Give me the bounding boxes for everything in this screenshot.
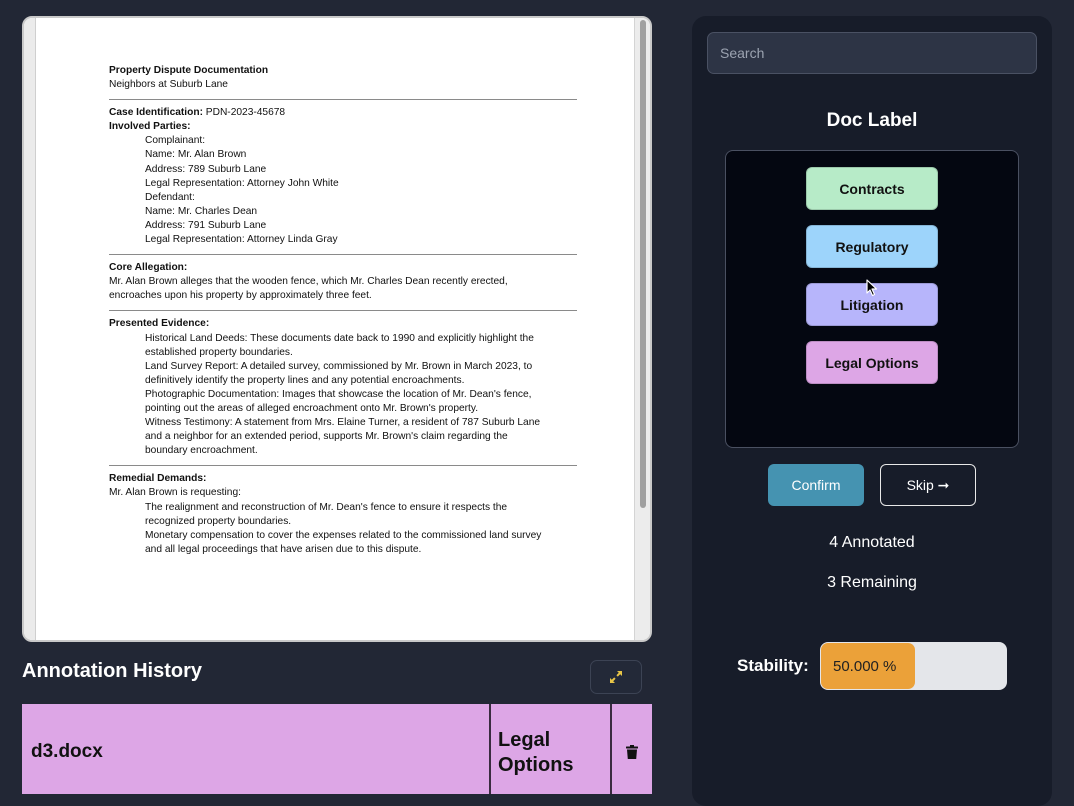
label-legal-options-button[interactable]: Legal Options bbox=[806, 341, 938, 384]
document-title: Property Dispute Documentation bbox=[109, 65, 269, 76]
evidence-line: definitively identify the property lines… bbox=[145, 374, 465, 386]
party-line: Address: 791 Suburb Lane bbox=[145, 219, 267, 231]
history-label-line: Legal bbox=[498, 729, 551, 751]
search-input[interactable] bbox=[707, 32, 1037, 74]
party-line: Name: Mr. Alan Brown bbox=[145, 149, 247, 161]
stability-progress-bar: 50.000 % bbox=[820, 642, 1007, 690]
document-scroll-thumb[interactable] bbox=[640, 20, 646, 508]
stability-label: Stability: bbox=[737, 656, 809, 675]
document-subtitle: Neighbors at Suburb Lane bbox=[109, 79, 228, 91]
remedial-intro: Mr. Alan Brown is requesting: bbox=[109, 487, 241, 499]
remedial-block: The realignment and reconstruction of Mr… bbox=[109, 501, 577, 557]
remedial-line: The realignment and reconstruction of Mr… bbox=[145, 501, 508, 513]
parties-block: Complainant: Name: Mr. Alan Brown Addres… bbox=[109, 134, 577, 247]
evidence-line: Land Survey Report: A detailed survey, c… bbox=[145, 360, 533, 372]
evidence-line: and a neighbor for an extended period, s… bbox=[145, 431, 508, 443]
confirm-button[interactable]: Confirm bbox=[768, 464, 864, 506]
evidence-line: pointing out the areas of alleged encroa… bbox=[145, 402, 479, 414]
evidence-line: Photographic Documentation: Images that … bbox=[145, 388, 532, 400]
case-id-line: Case Identification: PDN-2023-45678 bbox=[109, 106, 577, 120]
allegation-line: Mr. Alan Brown alleges that the wooden f… bbox=[109, 276, 508, 288]
party-line: Defendant: bbox=[145, 191, 195, 203]
evidence-line: boundary encroachment. bbox=[145, 445, 258, 457]
remaining-count: 3 Remaining bbox=[827, 574, 917, 591]
label-contracts-button[interactable]: Contracts bbox=[806, 167, 938, 210]
allegation-line: encroaches upon his property by approxim… bbox=[109, 290, 372, 302]
labeling-panel: Doc Label Contracts Regulatory Litigatio… bbox=[692, 16, 1052, 806]
evidence-line: Witness Testimony: A statement from Mrs.… bbox=[145, 417, 541, 429]
document-viewer[interactable]: Property Dispute Documentation Neighbors… bbox=[22, 16, 652, 642]
expand-arrows-icon bbox=[610, 671, 622, 683]
remedial-line: recognized property boundaries. bbox=[145, 515, 292, 527]
case-id-label: Case Identification: bbox=[109, 107, 203, 119]
party-line: Legal Representation: Attorney John Whit… bbox=[145, 177, 339, 189]
evidence-line: Historical Land Deeds: These documents d… bbox=[145, 332, 534, 344]
divider bbox=[109, 254, 577, 256]
mouse-cursor-icon bbox=[866, 279, 878, 297]
case-id-value: PDN-2023-45678 bbox=[202, 107, 286, 119]
document-left-gutter bbox=[24, 18, 36, 640]
skip-button[interactable]: Skip ➞ bbox=[880, 464, 976, 506]
divider bbox=[109, 310, 577, 312]
divider bbox=[109, 465, 577, 467]
history-label-line: Options bbox=[498, 754, 574, 776]
document-page: Property Dispute Documentation Neighbors… bbox=[109, 64, 577, 557]
allegation-heading: Core Allegation: bbox=[109, 262, 188, 274]
remedial-line: Monetary compensation to cover the expen… bbox=[145, 529, 542, 541]
party-line: Address: 789 Suburb Lane bbox=[145, 163, 267, 175]
document-scrollbar[interactable] bbox=[634, 18, 650, 640]
party-line: Complainant: bbox=[145, 135, 206, 147]
trash-icon bbox=[626, 745, 638, 759]
annotated-count: 4 Annotated bbox=[829, 534, 915, 551]
label-regulatory-button[interactable]: Regulatory bbox=[806, 225, 938, 268]
evidence-line: established property boundaries. bbox=[145, 346, 293, 358]
divider bbox=[109, 99, 577, 101]
stability-value: 50.000 % bbox=[833, 657, 897, 675]
remedial-line: and all legal proceedings that have aris… bbox=[145, 543, 422, 555]
evidence-heading: Presented Evidence: bbox=[109, 318, 210, 330]
doc-label-title: Doc Label bbox=[826, 110, 918, 131]
parties-heading: Involved Parties: bbox=[109, 121, 191, 133]
annotation-history-title: Annotation History bbox=[22, 660, 202, 682]
label-options-box: Contracts Regulatory Litigation Legal Op… bbox=[725, 150, 1019, 448]
party-line: Legal Representation: Attorney Linda Gra… bbox=[145, 234, 338, 246]
evidence-block: Historical Land Deeds: These documents d… bbox=[109, 332, 577, 459]
party-line: Name: Mr. Charles Dean bbox=[145, 205, 258, 217]
expand-history-button[interactable] bbox=[590, 660, 642, 694]
remedial-heading: Remedial Demands: bbox=[109, 473, 207, 485]
